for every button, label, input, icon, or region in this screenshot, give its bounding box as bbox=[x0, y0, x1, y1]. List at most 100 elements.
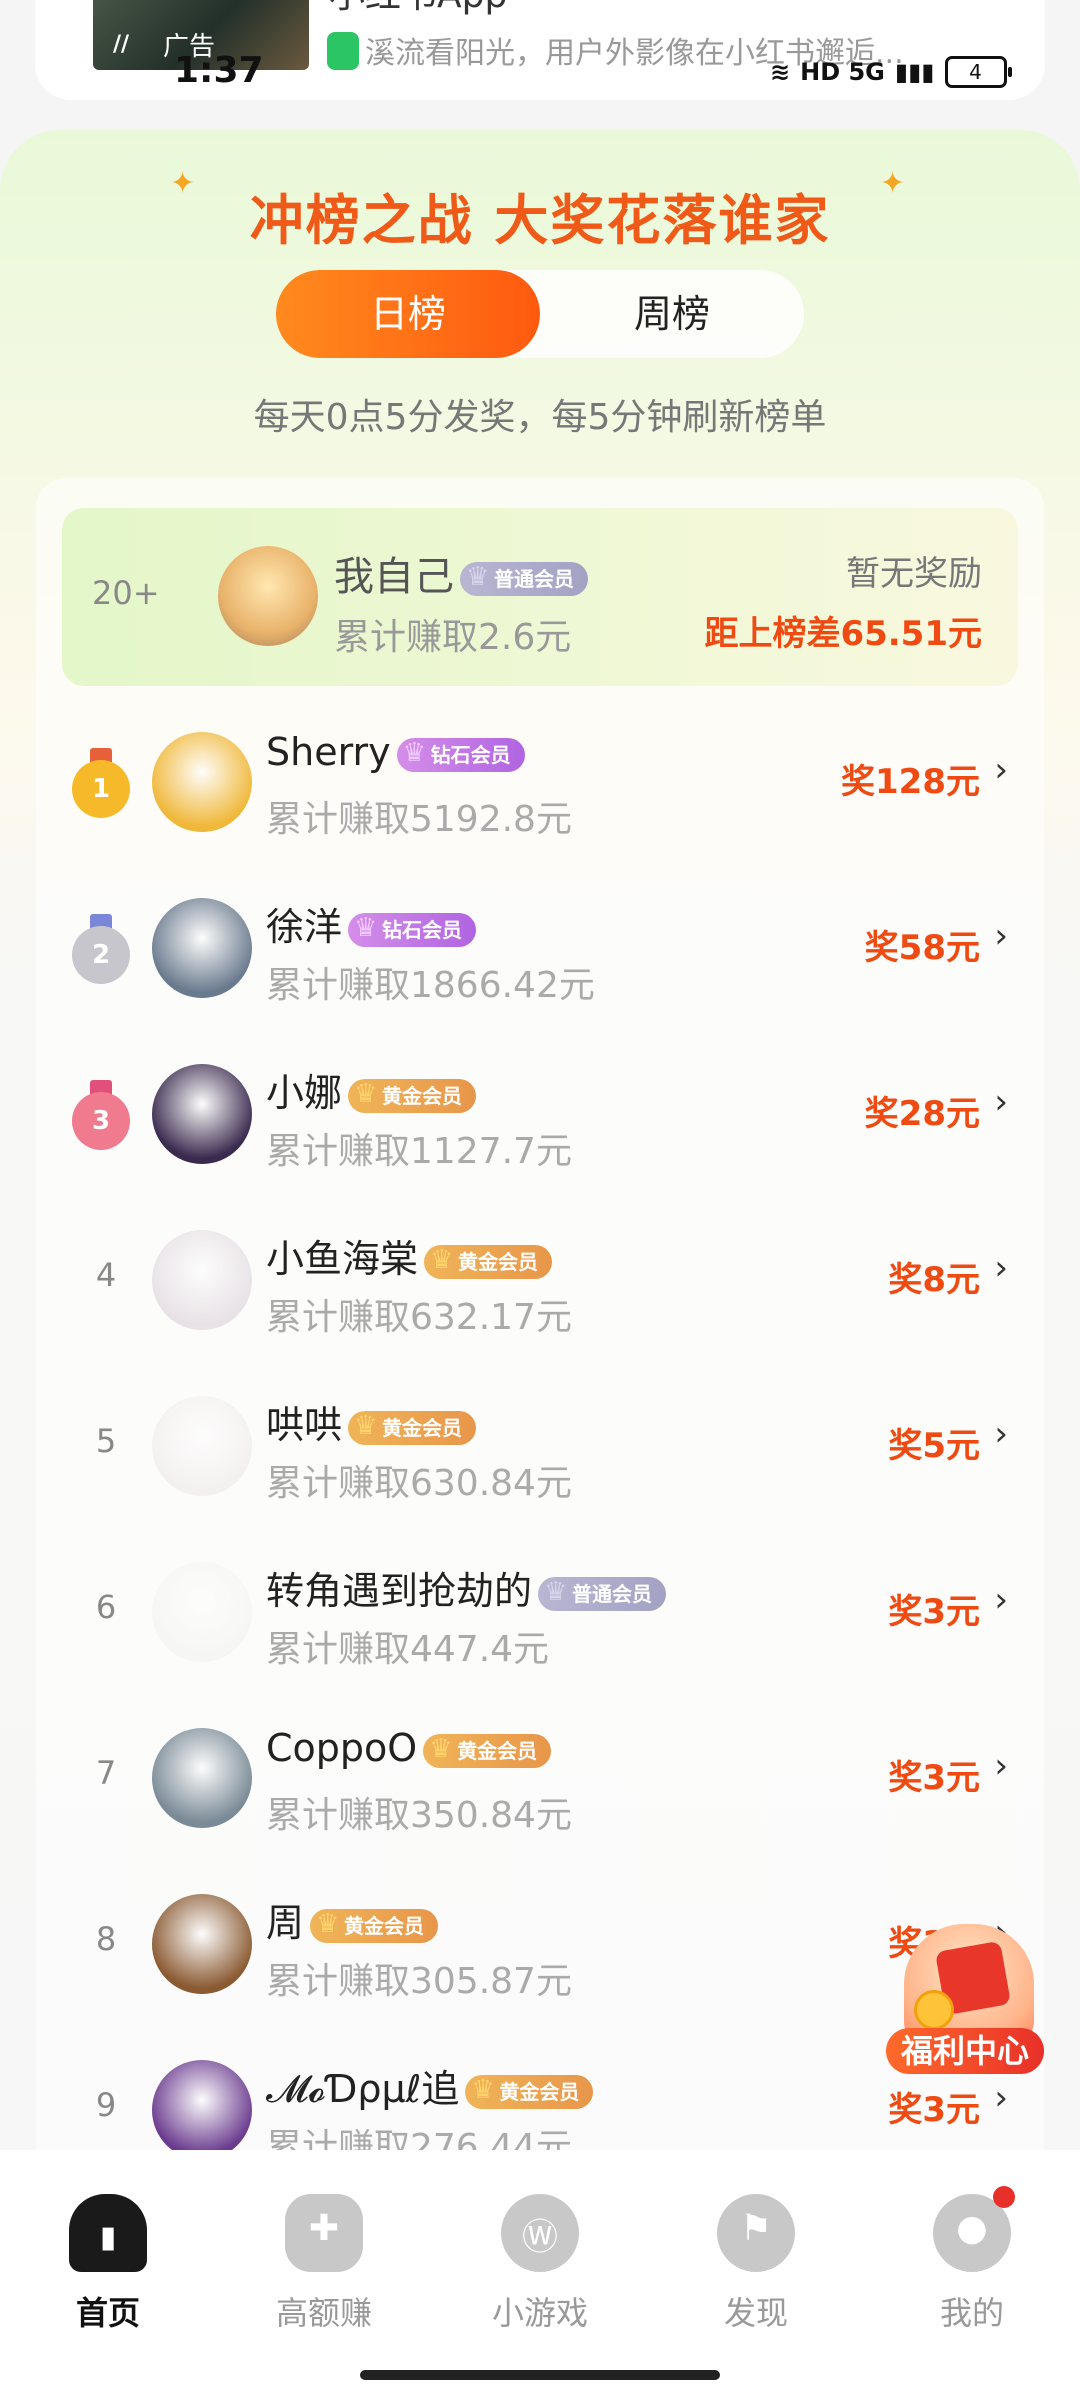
award-amount: 奖5元 bbox=[888, 1426, 980, 1466]
user-earnings: 累计赚取1127.7元 bbox=[266, 1131, 572, 1172]
member-badge: 黄金会员 bbox=[348, 1077, 477, 1113]
user-name: 小鱼海棠 bbox=[266, 1237, 419, 1281]
nav-label: 首页 bbox=[75, 2294, 140, 2332]
user-name-line: 小娜黄金会员 bbox=[266, 1062, 477, 1117]
welfare-center-button[interactable]: 福利中心 bbox=[884, 1916, 1046, 2078]
user-name-line: 𝓜𝓸Ɗρμℓ追黄金会员 bbox=[266, 2058, 594, 2113]
user-avatar[interactable] bbox=[152, 2060, 252, 2160]
member-badge: 黄金会员 bbox=[424, 1243, 553, 1279]
award-amount: 奖3元 bbox=[888, 1758, 980, 1798]
gamepad-icon: ✚ bbox=[285, 2194, 363, 2272]
medal-icon: 1 bbox=[70, 748, 132, 818]
ad-logo-icon: // bbox=[113, 32, 130, 57]
user-name-line: CoppoO黄金会员 bbox=[266, 1726, 552, 1770]
user-avatar[interactable] bbox=[152, 898, 252, 998]
user-avatar[interactable] bbox=[152, 1064, 252, 1164]
user-avatar[interactable] bbox=[152, 732, 252, 832]
nav-label: 发现 bbox=[723, 2294, 788, 2332]
rank-number: 9 bbox=[95, 2086, 117, 2124]
banner-title: 冲榜之战 大奖花落谁家 bbox=[249, 189, 831, 252]
status-time: 1:37 bbox=[174, 50, 264, 91]
award-amount: 奖3元 bbox=[888, 2090, 980, 2130]
user-avatar[interactable] bbox=[152, 1396, 252, 1496]
member-badge: 钻石会员 bbox=[348, 911, 477, 947]
leaderboard-row[interactable]: 1 Sherry钻石会员累计赚取5192.8元 奖128元 › bbox=[36, 700, 1044, 866]
my-rank-row: 20+ 我自己普通会员 累计赚取2.6元 暂无奖励 距上榜差65.51元 bbox=[62, 508, 1018, 686]
my-award-status: 暂无奖励 bbox=[846, 554, 982, 594]
medal-icon: 3 bbox=[70, 1080, 132, 1150]
tab-weekly[interactable]: 周榜 bbox=[540, 270, 804, 358]
award-amount: 奖3元 bbox=[888, 1592, 980, 1632]
member-badge: 黄金会员 bbox=[423, 1732, 552, 1768]
user-earnings: 累计赚取5192.8元 bbox=[266, 799, 572, 840]
nav-label: 高额赚 bbox=[275, 2294, 372, 2332]
ad-title[interactable]: 小红书App bbox=[329, 0, 507, 18]
user-earnings: 累计赚取630.84元 bbox=[266, 1463, 572, 1504]
leaderboard-row[interactable]: 3 小娜黄金会员累计赚取1127.7元 奖28元 › bbox=[36, 1032, 1044, 1198]
ad-close-icon[interactable]: ✕ bbox=[1021, 0, 1055, 4]
network-label: HD 5G bbox=[800, 58, 885, 86]
nav-high-reward[interactable]: ✚ 高额赚 bbox=[244, 2194, 404, 2334]
user-earnings: 累计赚取305.87元 bbox=[266, 1961, 572, 2002]
user-name: 𝓜𝓸Ɗρμℓ追 bbox=[266, 2067, 460, 2111]
my-avatar bbox=[218, 546, 318, 646]
user-name: 小娜 bbox=[266, 1071, 343, 1115]
user-avatar[interactable] bbox=[152, 1230, 252, 1330]
my-name-line: 我自己普通会员 bbox=[334, 544, 588, 602]
user-avatar[interactable] bbox=[152, 1728, 252, 1828]
user-earnings: 累计赚取1866.42元 bbox=[266, 965, 595, 1006]
nav-label: 我的 bbox=[939, 2294, 1004, 2332]
user-avatar[interactable] bbox=[152, 1562, 252, 1662]
user-earnings: 累计赚取350.84元 bbox=[266, 1795, 572, 1836]
nav-discover[interactable]: ⚑ 发现 bbox=[676, 2194, 836, 2334]
user-name: 徐洋 bbox=[266, 905, 343, 949]
user-earnings: 累计赚取447.4元 bbox=[266, 1629, 550, 1670]
user-name: CoppoO bbox=[266, 1726, 418, 1770]
user-name-line: 转角遇到抢劫的普通会员 bbox=[266, 1560, 667, 1615]
nav-label: 小游戏 bbox=[491, 2294, 588, 2332]
member-badge: 黄金会员 bbox=[310, 1907, 439, 1943]
member-badge: 普通会员 bbox=[460, 560, 588, 596]
tab-daily[interactable]: 日榜 bbox=[276, 270, 540, 358]
rank-number: 4 bbox=[95, 1256, 117, 1294]
user-name-line: 徐洋钻石会员 bbox=[266, 896, 477, 951]
home-icon: ▮ bbox=[69, 2194, 147, 2272]
user-name: Sherry bbox=[266, 730, 391, 774]
leaderboard-row[interactable]: 4 小鱼海棠黄金会员累计赚取632.17元 奖8元 › bbox=[36, 1198, 1044, 1364]
tab-group: 日榜 周榜 bbox=[276, 270, 804, 358]
home-indicator[interactable] bbox=[360, 2370, 720, 2380]
user-name: 转角遇到抢劫的 bbox=[266, 1569, 533, 1613]
chevron-right-icon: › bbox=[994, 1746, 1008, 1786]
my-earnings: 累计赚取2.6元 bbox=[334, 617, 572, 658]
user-name-line: 小鱼海棠黄金会员 bbox=[266, 1228, 553, 1283]
leaderboard-row[interactable]: 6 转角遇到抢劫的普通会员累计赚取447.4元 奖3元 › bbox=[36, 1530, 1044, 1696]
chevron-right-icon: › bbox=[994, 1248, 1008, 1288]
award-amount: 奖8元 bbox=[888, 1260, 980, 1300]
ad-app-icon bbox=[327, 32, 359, 70]
leaderboard-row[interactable]: 5 哄哄黄金会员累计赚取630.84元 奖5元 › bbox=[36, 1364, 1044, 1530]
notification-dot bbox=[993, 2186, 1015, 2208]
nav-home[interactable]: ▮ 首页 bbox=[28, 2194, 188, 2334]
user-name: 哄哄 bbox=[266, 1403, 343, 1447]
user-avatar[interactable] bbox=[152, 1894, 252, 1994]
user-earnings: 累计赚取632.17元 bbox=[266, 1297, 572, 1338]
bottom-nav: ▮ 首页 ✚ 高额赚 Ⓦ 小游戏 ⚑ 发现 ● 我的 bbox=[0, 2150, 1080, 2400]
nav-profile[interactable]: ● 我的 bbox=[892, 2186, 1052, 2334]
medal-icon: 2 bbox=[70, 914, 132, 984]
user-name-line: 周黄金会员 bbox=[266, 1892, 439, 1947]
chevron-right-icon: › bbox=[994, 1082, 1008, 1122]
chevron-right-icon: › bbox=[994, 750, 1008, 790]
member-badge: 黄金会员 bbox=[348, 1409, 477, 1445]
rules-subtitle: 每天0点5分发奖，每5分钟刷新榜单 bbox=[253, 397, 827, 438]
coin-icon bbox=[914, 1990, 954, 2030]
battery-icon: 4 bbox=[944, 56, 1012, 88]
award-amount: 奖58元 bbox=[864, 928, 980, 968]
nav-mini-games[interactable]: Ⓦ 小游戏 bbox=[460, 2194, 620, 2334]
discover-flag-icon: ⚑ bbox=[717, 2194, 795, 2272]
member-badge: 黄金会员 bbox=[465, 2073, 594, 2109]
leaderboard-row[interactable]: 7 CoppoO黄金会员累计赚取350.84元 奖3元 › bbox=[36, 1696, 1044, 1862]
leaderboard-row[interactable]: 2 徐洋钻石会员累计赚取1866.42元 奖58元 › bbox=[36, 866, 1044, 1032]
chevron-right-icon: › bbox=[994, 916, 1008, 956]
wifi-icon: ≋ bbox=[770, 58, 791, 86]
chevron-right-icon: › bbox=[994, 2078, 1008, 2118]
